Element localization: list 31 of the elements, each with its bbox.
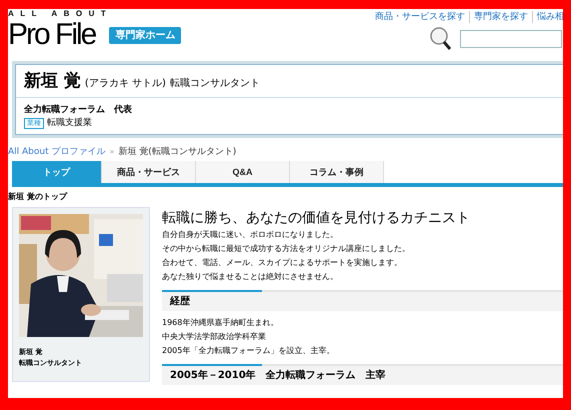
home-button[interactable]: 専門家ホーム xyxy=(109,26,182,44)
intro-line: 自分自身が天職に迷い、ボロボロになりました。 xyxy=(162,229,339,241)
organization: 全力転職フォーラム 代表 xyxy=(23,103,133,117)
tab[interactable]: Q&A xyxy=(196,161,290,183)
search-field[interactable] xyxy=(460,30,562,48)
intro-line: 合わせて、電話、メール、スカイプによるサポートを実施します。 xyxy=(162,257,403,269)
logo[interactable]: Pro File xyxy=(8,19,96,51)
expert-title: 転職コンサルタント xyxy=(170,78,260,90)
nav-link[interactable]: 専門家を探す xyxy=(469,11,532,23)
tab[interactable]: コラム・事例 xyxy=(290,161,384,183)
intro-line: あなた独りで悩ませることは絶対にさせません。 xyxy=(162,271,339,283)
name-reading: (アラカキ サトル) xyxy=(84,78,166,90)
breadcrumb-link[interactable]: All About プロファイル xyxy=(8,146,106,158)
search-icon[interactable] xyxy=(430,27,452,51)
breadcrumb-separator: » xyxy=(110,146,114,158)
history-line: 中央大学法学部政治学科卒業 xyxy=(162,331,267,343)
section-heading: 経歴 xyxy=(162,290,563,311)
industry: 転職支援業 xyxy=(47,117,92,129)
history-line: 2005年「全力転職フォーラム」を設立、主宰。 xyxy=(162,345,336,357)
nav-link[interactable]: 商品・サービスを探す xyxy=(371,11,469,23)
section-heading: 2005年－2010年 全力転職フォーラム 主宰 xyxy=(162,364,563,385)
breadcrumb-current: 新垣 覚(転職コンサルタント) xyxy=(118,146,236,158)
tab[interactable]: 商品・サービス xyxy=(102,161,196,183)
page-heading: 新垣 覚のトップ xyxy=(8,192,68,202)
headline: 転職に勝ち、あなたの価値を見付けるカチニスト xyxy=(162,209,471,227)
brand-tagline: ALL ABOUT xyxy=(8,9,114,19)
intro-line: その中から転職に最短で成功する方法をオリジナル講座にしました。 xyxy=(162,243,411,255)
expert-name: 新垣 覚 xyxy=(24,70,81,92)
nav-link[interactable]: 悩み相 xyxy=(532,11,563,23)
tab[interactable]: トップ xyxy=(12,161,102,183)
history-line: 1968年沖縄県嘉手納町生まれ。 xyxy=(162,317,280,329)
